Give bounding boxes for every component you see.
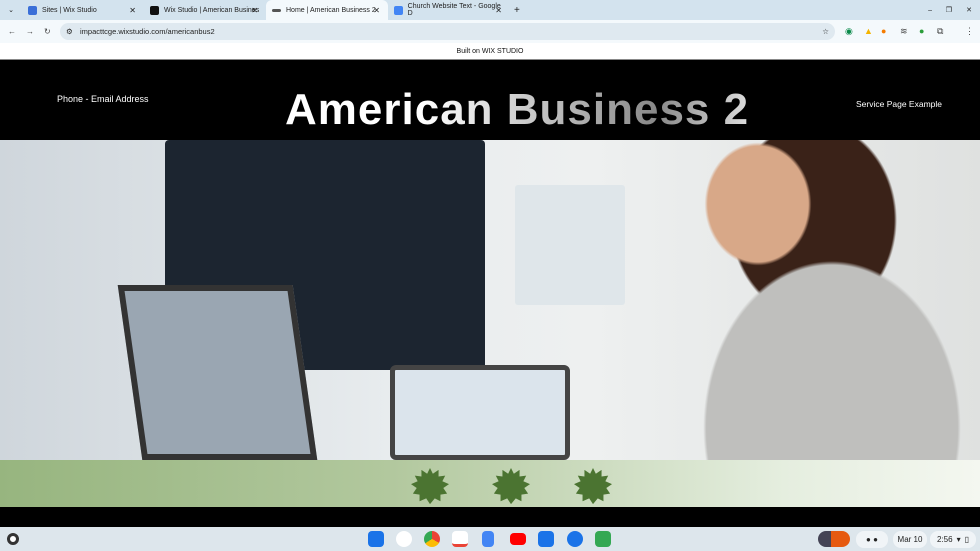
wix-icon [272, 8, 281, 12]
close-icon[interactable]: ✕ [373, 6, 380, 15]
wall-board-image [515, 185, 625, 305]
tab-title: Church Website Text - Google D [407, 3, 501, 17]
close-window-button[interactable]: ✕ [966, 6, 972, 14]
tab-church-doc[interactable]: Church Website Text - Google D ✕ [388, 0, 510, 20]
site-header: Phone - Email Address American Business … [0, 60, 980, 140]
chat-icon[interactable] [567, 531, 583, 547]
wix-icon [150, 5, 159, 15]
tab-strip: ⌄ Sites | Wix Studio ✕ Wix Studio | Ameri… [0, 0, 980, 20]
wix-icon [28, 5, 37, 15]
docs-icon [394, 5, 403, 15]
extensions-puzzle-icon[interactable]: ⧉ [937, 26, 943, 37]
app-launcher-icon[interactable] [368, 531, 384, 547]
date-text: Mar 10 [897, 535, 923, 544]
status-area[interactable]: 2:56 ▾ ▯ [930, 531, 976, 548]
site-info-icon[interactable]: ⚙ [66, 27, 73, 36]
browser-toolbar: ← → ↻ ⚙ impacttcge.wixstudio.com/america… [0, 20, 980, 43]
close-icon[interactable]: ✕ [251, 6, 258, 15]
date-pill[interactable]: Mar 10 [893, 531, 927, 548]
extension-icon[interactable]: ● [881, 26, 886, 36]
extension-icon[interactable]: ≋ [900, 26, 908, 37]
green-strip [0, 460, 980, 507]
close-icon[interactable]: ✕ [495, 6, 502, 15]
drive-icon[interactable]: ▲ [864, 26, 873, 36]
taskbar: ● ● Mar 10 2:56 ▾ ▯ [0, 527, 980, 551]
nav-link-service-page[interactable]: Service Page Example [856, 99, 942, 109]
footer-band [0, 507, 980, 527]
bookmark-star-icon[interactable]: ☆ [822, 27, 829, 36]
files-icon[interactable] [538, 531, 554, 547]
starburst-badge [411, 468, 449, 505]
battery-icon: ▯ [964, 535, 969, 544]
hero-image [0, 140, 980, 460]
tablet-image [390, 365, 570, 460]
tab-wix-studio[interactable]: Wix Studio | American Busines ✕ [144, 0, 266, 20]
tab-title: Wix Studio | American Busines [164, 6, 260, 14]
forward-icon[interactable]: → [26, 27, 34, 36]
gemini-icon[interactable] [396, 531, 412, 547]
starburst-badge [492, 468, 530, 505]
meet-icon[interactable] [595, 531, 611, 547]
time-text: 2:56 [937, 535, 953, 544]
address-bar[interactable]: ⚙ impacttcge.wixstudio.com/americanbus2 … [60, 23, 835, 40]
menu-icon[interactable]: ⋮ [965, 26, 974, 37]
account-avatars[interactable] [818, 531, 850, 547]
launcher-button[interactable] [7, 533, 19, 545]
tab-search-icon[interactable]: ⌄ [0, 6, 22, 14]
reload-icon[interactable]: ↻ [44, 27, 51, 36]
tab-title: Sites | Wix Studio [42, 6, 97, 14]
wifi-icon: ▾ [956, 535, 961, 544]
extension-icon[interactable]: ● [919, 26, 924, 36]
chrome-icon[interactable] [424, 531, 440, 547]
laptop-image [117, 285, 318, 460]
close-icon[interactable]: ✕ [129, 6, 136, 15]
minimize-button[interactable]: – [928, 7, 932, 14]
starburst-badge [574, 468, 612, 505]
contact-info: Phone - Email Address [57, 94, 149, 104]
back-icon[interactable]: ← [8, 27, 16, 36]
tab-sites[interactable]: Sites | Wix Studio ✕ [22, 0, 144, 20]
tab-home[interactable]: Home | American Business 2 ✕ [266, 0, 388, 20]
person-image [610, 140, 980, 460]
maximize-button[interactable]: ❐ [946, 6, 952, 14]
docs-icon[interactable] [482, 531, 494, 547]
youtube-icon[interactable] [510, 533, 526, 545]
media-controls[interactable]: ● ● [856, 531, 888, 548]
site-title: American Business 2 [285, 85, 750, 134]
url-text: impacttcge.wixstudio.com/americanbus2 [80, 27, 215, 36]
built-on-banner[interactable]: Built on WIX STUDIO [0, 43, 980, 60]
extension-icon[interactable]: ◉ [845, 26, 853, 37]
new-tab-button[interactable]: + [514, 5, 520, 16]
tab-title: Home | American Business 2 [286, 6, 376, 14]
gmail-icon[interactable] [452, 531, 468, 547]
